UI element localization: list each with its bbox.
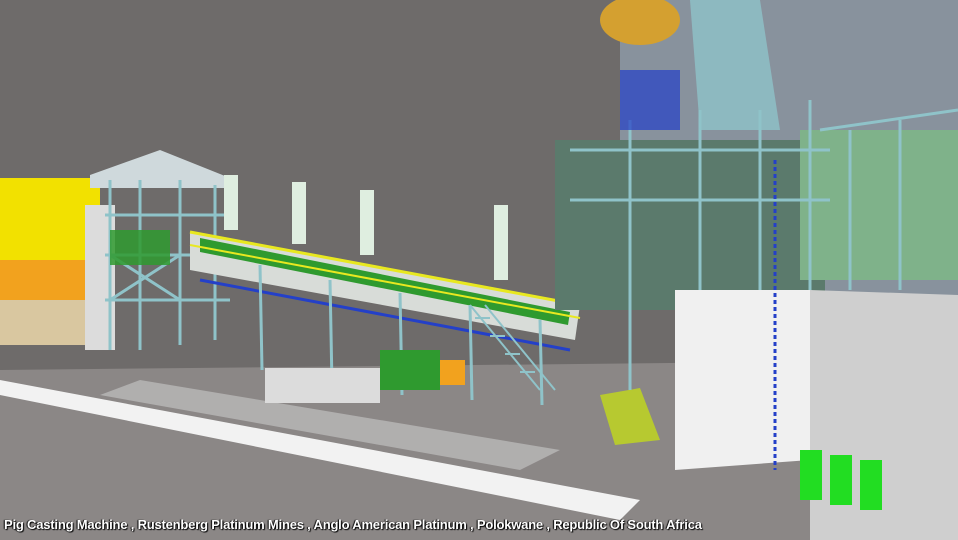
- stack-3: [360, 190, 374, 255]
- green-machinery-mid: [380, 350, 440, 390]
- white-block: [675, 290, 810, 470]
- green-machinery-left: [110, 230, 170, 265]
- stack-2: [292, 182, 306, 244]
- orange-box: [440, 360, 465, 385]
- stack-4: [494, 205, 508, 280]
- stack-1: [224, 175, 238, 230]
- plant-illustration: [0, 0, 958, 540]
- plant-render: Pig Casting Machine , Rustenberg Platinu…: [0, 0, 958, 540]
- image-caption: Pig Casting Machine , Rustenberg Platinu…: [4, 517, 702, 532]
- green-building: [555, 140, 825, 310]
- blue-equipment: [620, 70, 680, 130]
- concrete-base: [265, 368, 380, 403]
- green-building-right: [800, 130, 958, 280]
